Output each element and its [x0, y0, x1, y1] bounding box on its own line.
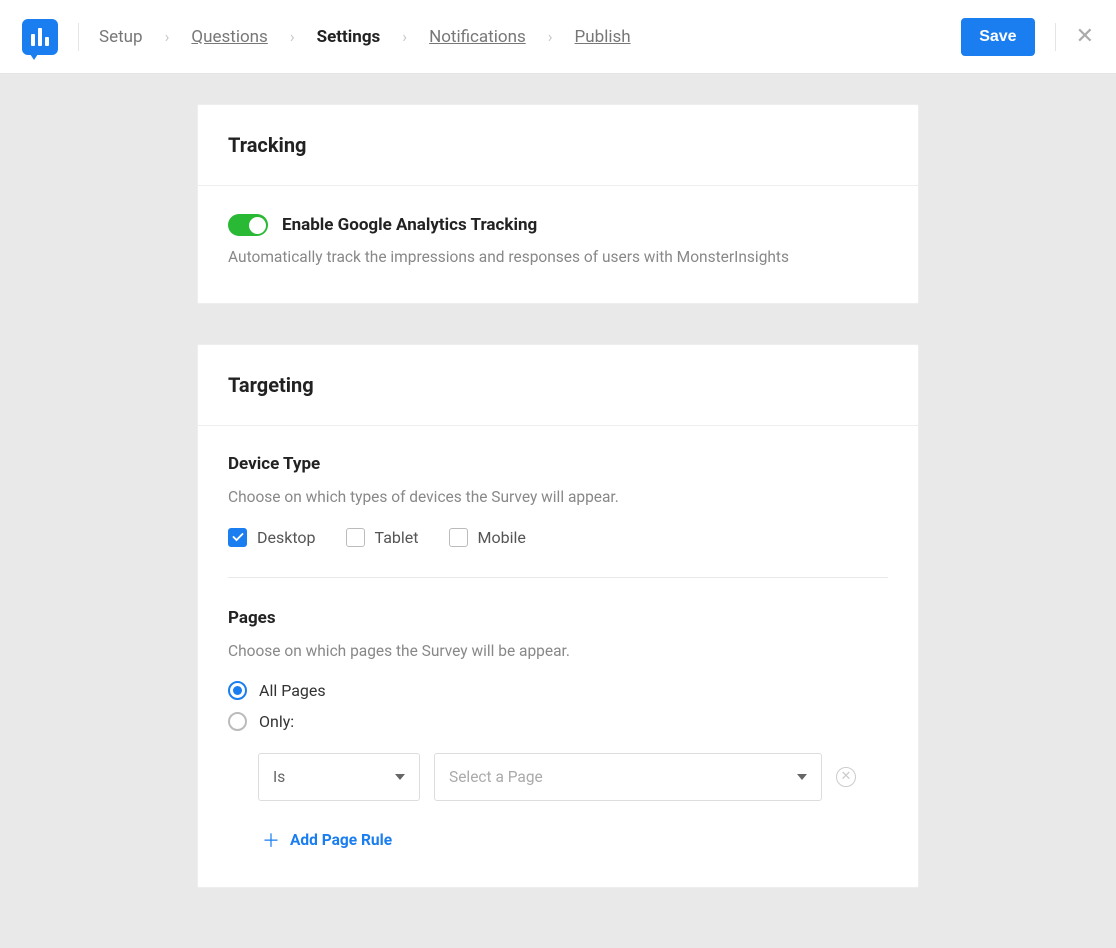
chevron-right-icon: ›: [402, 27, 407, 46]
breadcrumb-notifications[interactable]: Notifications: [429, 27, 526, 47]
select-placeholder: Select a Page: [449, 768, 543, 786]
checkbox-label: Desktop: [257, 528, 316, 547]
breadcrumb-settings[interactable]: Settings: [317, 27, 381, 47]
tracking-help-text: Automatically track the impressions and …: [228, 246, 888, 269]
remove-rule-button[interactable]: ✕: [836, 767, 856, 787]
divider: [228, 577, 888, 578]
rule-page-select[interactable]: Select a Page: [434, 753, 822, 801]
divider: [1055, 23, 1056, 51]
pages-help: Choose on which pages the Survey will be…: [228, 640, 888, 663]
device-checkbox-desktop[interactable]: Desktop: [228, 528, 316, 547]
checkbox-label: Mobile: [478, 528, 526, 547]
radio-icon: [228, 681, 247, 700]
radio-icon: [228, 712, 247, 731]
radio-label: All Pages: [259, 681, 326, 700]
device-type-help: Choose on which types of devices the Sur…: [228, 486, 888, 509]
tracking-title: Tracking: [228, 133, 888, 157]
checkbox-icon: [228, 528, 247, 547]
chevron-right-icon: ›: [548, 27, 553, 46]
chevron-right-icon: ›: [165, 27, 170, 46]
tracking-card: Tracking Enable Google Analytics Trackin…: [197, 104, 919, 304]
breadcrumb-publish[interactable]: Publish: [575, 27, 631, 47]
divider: [78, 23, 79, 51]
device-checkbox-mobile[interactable]: Mobile: [449, 528, 526, 547]
radio-label: Only:: [259, 712, 294, 731]
checkbox-icon: [346, 528, 365, 547]
ga-tracking-toggle[interactable]: [228, 214, 268, 236]
caret-down-icon: [797, 774, 807, 780]
device-type-title: Device Type: [228, 454, 888, 474]
plus-icon: ＋: [262, 827, 280, 853]
rule-operator-select[interactable]: Is: [258, 753, 420, 801]
checkbox-label: Tablet: [375, 528, 419, 547]
app-logo[interactable]: [22, 19, 58, 55]
chevron-right-icon: ›: [290, 27, 295, 46]
save-button[interactable]: Save: [961, 18, 1034, 56]
add-page-rule-button[interactable]: ＋ Add Page Rule: [228, 827, 888, 853]
select-value: Is: [273, 768, 285, 786]
ga-tracking-label: Enable Google Analytics Tracking: [282, 215, 537, 235]
app-header: Setup › Questions › Settings › Notificat…: [0, 0, 1116, 74]
breadcrumb: Setup › Questions › Settings › Notificat…: [99, 27, 631, 47]
page-rule-row: Is Select a Page ✕: [228, 753, 888, 801]
device-checkbox-tablet[interactable]: Tablet: [346, 528, 419, 547]
add-rule-label: Add Page Rule: [290, 831, 392, 849]
breadcrumb-questions[interactable]: Questions: [191, 27, 267, 47]
close-icon[interactable]: ✕: [1076, 24, 1094, 49]
chart-icon: [31, 28, 49, 46]
x-icon: ✕: [841, 769, 852, 784]
targeting-card: Targeting Device Type Choose on which ty…: [197, 344, 919, 888]
pages-title: Pages: [228, 608, 888, 628]
breadcrumb-setup[interactable]: Setup: [99, 27, 143, 47]
pages-radio-only[interactable]: Only:: [228, 712, 888, 731]
targeting-title: Targeting: [228, 373, 888, 397]
pages-radio-all[interactable]: All Pages: [228, 681, 888, 700]
checkbox-icon: [449, 528, 468, 547]
caret-down-icon: [395, 774, 405, 780]
